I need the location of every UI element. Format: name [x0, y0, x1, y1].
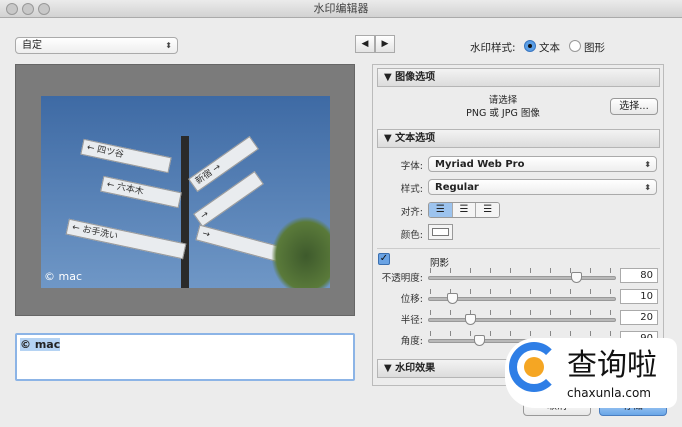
sign: ← 四ツ谷	[80, 138, 172, 174]
font-style-select[interactable]: Regular ⬍	[428, 179, 657, 195]
divider	[377, 248, 660, 249]
image-prompt: 请选择 PNG 或 JPG 图像	[466, 95, 540, 119]
slider-thumb[interactable]	[446, 293, 458, 304]
shadow-checkbox[interactable]: ✓	[378, 253, 390, 265]
preview-frame: ← 四ツ谷 ← 六本木 ← お手洗い 新宿 → → → © mac	[15, 64, 355, 316]
text-value: © mac	[20, 338, 61, 351]
slider-thumb[interactable]	[464, 314, 476, 325]
sign-pole	[181, 136, 189, 288]
radio-text[interactable]	[524, 40, 536, 52]
align-label: 对齐:	[400, 207, 423, 218]
sign: ← お手洗い	[65, 218, 187, 260]
logo-url: chaxunla.com	[567, 386, 651, 400]
title-bar: 水印编辑器	[0, 0, 682, 18]
zoom-button[interactable]	[38, 3, 50, 15]
slider-ticks	[430, 310, 616, 315]
logo-text: 查询啦	[567, 348, 657, 383]
watermark-text-input[interactable]: © mac	[15, 333, 355, 381]
font-label: 字体:	[400, 161, 423, 172]
prev-button[interactable]: ◀	[355, 35, 375, 53]
align-right-icon[interactable]: ☰	[475, 203, 499, 217]
image-options-header[interactable]: ▼ 图像选项	[377, 68, 660, 87]
align-center-icon[interactable]: ☰	[451, 203, 476, 217]
slider-track[interactable]	[428, 293, 616, 304]
close-button[interactable]	[6, 3, 18, 15]
color-label: 颜色:	[400, 230, 423, 241]
style-label: 样式:	[400, 184, 423, 195]
preset-value: 自定	[22, 40, 42, 51]
slider-track[interactable]	[428, 272, 616, 283]
minimize-button[interactable]	[22, 3, 34, 15]
slider-label: 不透明度:	[381, 273, 423, 284]
radio-image-label[interactable]: 图形	[584, 40, 605, 55]
tree	[271, 216, 330, 288]
text-options-header[interactable]: ▼ 文本选项	[377, 129, 660, 148]
updown-icon: ⬍	[165, 41, 172, 50]
next-button[interactable]: ▶	[375, 35, 395, 53]
slider-value[interactable]: 80	[620, 268, 658, 283]
slider-ticks	[430, 268, 616, 273]
watermark-overlay: © mac	[44, 270, 83, 283]
preview-photo: ← 四ツ谷 ← 六本木 ← お手洗い 新宿 → → → © mac	[41, 96, 330, 288]
align-left-icon[interactable]: ☰	[429, 203, 452, 217]
slider-ticks	[430, 289, 616, 294]
color-well[interactable]	[428, 224, 453, 240]
slider-ticks	[430, 331, 616, 336]
shadow-label: 阴影	[430, 258, 450, 269]
logo-q-icon	[509, 342, 559, 392]
slider-value[interactable]: 20	[620, 310, 658, 325]
choose-image-button[interactable]: 选择...	[610, 98, 658, 115]
style-label: 水印样式:	[470, 42, 516, 54]
slider-thumb[interactable]	[473, 335, 485, 346]
window-title: 水印编辑器	[313, 2, 369, 15]
align-group: ☰ ☰ ☰	[428, 202, 500, 218]
radio-image[interactable]	[569, 40, 581, 52]
slider-label: 角度:	[400, 336, 423, 347]
slider-thumb[interactable]	[571, 272, 583, 283]
slider-value[interactable]: 10	[620, 289, 658, 304]
slider-label: 位移:	[400, 294, 423, 305]
watermark-logo: 查询啦 chaxunla.com	[505, 338, 677, 408]
slider-track[interactable]	[428, 314, 616, 325]
font-select[interactable]: Myriad Web Pro ⬍	[428, 156, 657, 172]
preset-select[interactable]: 自定 ⬍	[15, 37, 178, 54]
sign: ← 六本木	[100, 175, 182, 209]
radio-text-label[interactable]: 文本	[539, 40, 560, 55]
slider-label: 半径:	[400, 315, 423, 326]
